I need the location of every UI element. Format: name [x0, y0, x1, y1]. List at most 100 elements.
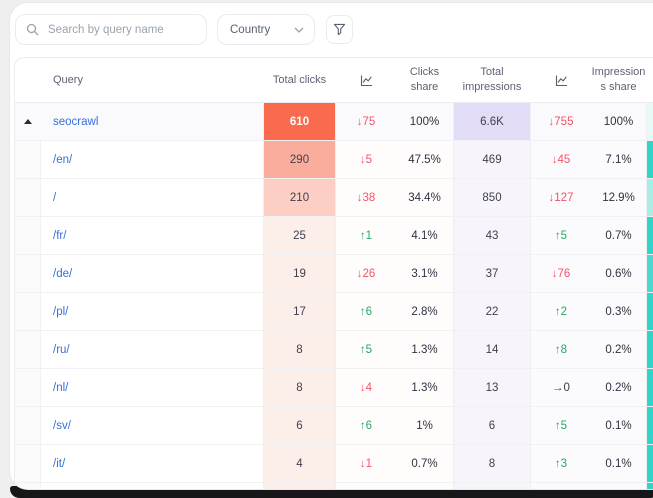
- query-link[interactable]: /nl/: [53, 382, 68, 394]
- clicks-share-cell: 4.1%: [396, 217, 453, 254]
- position-heat-cell: [646, 255, 653, 292]
- impressions-trend-cell: ↑7: [531, 483, 591, 489]
- expander-cell[interactable]: [15, 103, 41, 140]
- total-clicks-cell: 6: [263, 407, 336, 444]
- collapse-arrow-icon[interactable]: [24, 119, 32, 124]
- chevron-down-icon: [294, 27, 304, 33]
- filter-button[interactable]: [326, 15, 353, 44]
- query-cell: /nl/: [41, 369, 263, 406]
- clicks-trend-cell: ↑6: [336, 407, 396, 444]
- total-impressions-cell: 454: [453, 483, 531, 489]
- clicks-trend-cell: ↑5: [336, 331, 396, 368]
- clicks-share-cell: 1%: [396, 407, 453, 444]
- expander-cell[interactable]: [15, 141, 41, 178]
- expander-cell[interactable]: [15, 179, 41, 216]
- total-clicks-cell: 4: [263, 445, 336, 482]
- position-heat-cell: [646, 103, 653, 140]
- clicks-trend-cell: ↑6: [336, 293, 396, 330]
- position-heat-cell: [646, 407, 653, 444]
- clicks-share-cell: 3.1%: [396, 255, 453, 292]
- expander-cell[interactable]: [15, 217, 41, 254]
- total-impressions-cell: 469: [453, 141, 531, 178]
- query-cell: seocrawl: [41, 103, 263, 140]
- total-impressions-header: Total impressions: [453, 58, 531, 102]
- query-link[interactable]: /en/: [53, 154, 72, 166]
- total-clicks-cell: 8: [263, 331, 336, 368]
- impressions-trend-cell: ↑5: [531, 407, 591, 444]
- impressions-trend-cell: ↓76: [531, 255, 591, 292]
- filter-funnel-icon: [333, 23, 346, 36]
- impressions-share-cell: 0.1%: [591, 445, 646, 482]
- table-row: /it/ 4 ↓1 0.7% 8 ↑3 0.1%: [15, 445, 653, 483]
- clicks-trend-chart-icon: [336, 58, 396, 102]
- total-clicks-cell: 8: [263, 369, 336, 406]
- query-header: Query: [41, 58, 263, 102]
- query-cell: /pl/: [41, 293, 263, 330]
- table-row: /fr/ 25 ↑1 4.1% 43 ↑5 0.7%: [15, 217, 653, 255]
- expander-cell[interactable]: [15, 445, 41, 482]
- search-icon: [26, 23, 39, 36]
- query-link[interactable]: /it/: [53, 458, 65, 470]
- table-row: /en/ 290 ↓5 47.5% 469 ↓45 7.1%: [15, 141, 653, 179]
- query-link[interactable]: /: [53, 192, 56, 204]
- impressions-trend-cell: ↓45: [531, 141, 591, 178]
- table-row: /ru/ 8 ↑5 1.3% 14 ↑8 0.2%: [15, 331, 653, 369]
- table-row: /nl/ 8 ↓4 1.3% 13 →0 0.2%: [15, 369, 653, 407]
- search-box[interactable]: [15, 14, 207, 45]
- total-clicks-header: Total clicks: [263, 58, 336, 102]
- clicks-trend-cell: ↓4: [336, 369, 396, 406]
- search-input[interactable]: [46, 23, 196, 37]
- query-cell: /it/: [41, 445, 263, 482]
- table-body: seocrawl 610 ↓75 100% 6.6K ↓755 100% /en…: [15, 103, 653, 489]
- impressions-share-cell: 100%: [591, 103, 646, 140]
- clicks-trend-cell: ↓1: [336, 445, 396, 482]
- total-impressions-cell: 22: [453, 293, 531, 330]
- clicks-trend-cell: ↓5: [336, 141, 396, 178]
- query-cell: /: [41, 179, 263, 216]
- query-link[interactable]: /fr/: [53, 230, 66, 242]
- toolbar: Country: [10, 3, 653, 57]
- clicks-share-cell: 0.7%: [396, 445, 453, 482]
- total-clicks-cell: 3: [263, 483, 336, 489]
- expander-cell[interactable]: [15, 369, 41, 406]
- query-link[interactable]: /ru/: [53, 344, 70, 356]
- expander-cell[interactable]: [15, 255, 41, 292]
- table-row: seocrawl 610 ↓75 100% 6.6K ↓755 100%: [15, 103, 653, 141]
- position-heat-cell: [646, 445, 653, 482]
- query-link[interactable]: /sv/: [53, 420, 71, 432]
- clicks-share-cell: 100%: [396, 103, 453, 140]
- clicks-share-cell: 2.8%: [396, 293, 453, 330]
- impressions-share-cell: 0.7%: [591, 217, 646, 254]
- expander-cell[interactable]: [15, 407, 41, 444]
- queries-table: Query Total clicks Clicks share Total im…: [14, 57, 653, 489]
- query-cell: /fr/: [41, 217, 263, 254]
- total-clicks-cell: 17: [263, 293, 336, 330]
- total-clicks-cell: 290: [263, 141, 336, 178]
- table-row: /sv/ 6 ↑6 1% 6 ↑5 0.1%: [15, 407, 653, 445]
- impressions-share-cell: 0.2%: [591, 369, 646, 406]
- query-cell: /ru/: [41, 331, 263, 368]
- expander-cell[interactable]: [15, 483, 41, 489]
- query-link[interactable]: /de/: [53, 268, 72, 280]
- impressions-share-cell: 0.3%: [591, 293, 646, 330]
- clicks-trend-cell: ↓38: [336, 179, 396, 216]
- table-row: /en/seo-dashboard/ 3 ↓4 0.5% 454 ↑7 6.9%: [15, 483, 653, 489]
- query-link[interactable]: /pl/: [53, 306, 68, 318]
- expander-header-cell: [15, 58, 41, 102]
- query-link[interactable]: seocrawl: [53, 116, 98, 128]
- expander-cell[interactable]: [15, 331, 41, 368]
- impressions-trend-cell: ↑3: [531, 445, 591, 482]
- table-row: / 210 ↓38 34.4% 850 ↓127 12.9%: [15, 179, 653, 217]
- expander-cell[interactable]: [15, 293, 41, 330]
- position-heat-cell: [646, 179, 653, 216]
- clicks-trend-cell: ↓26: [336, 255, 396, 292]
- country-select[interactable]: Country: [217, 14, 315, 45]
- total-impressions-cell: 14: [453, 331, 531, 368]
- impressions-share-cell: 12.9%: [591, 179, 646, 216]
- position-heat-cell: [646, 483, 653, 489]
- query-cell: /en/seo-dashboard/: [41, 483, 263, 489]
- clicks-share-cell: 1.3%: [396, 331, 453, 368]
- total-impressions-cell: 850: [453, 179, 531, 216]
- clicks-trend-cell: ↑1: [336, 217, 396, 254]
- total-clicks-cell: 610: [263, 103, 336, 140]
